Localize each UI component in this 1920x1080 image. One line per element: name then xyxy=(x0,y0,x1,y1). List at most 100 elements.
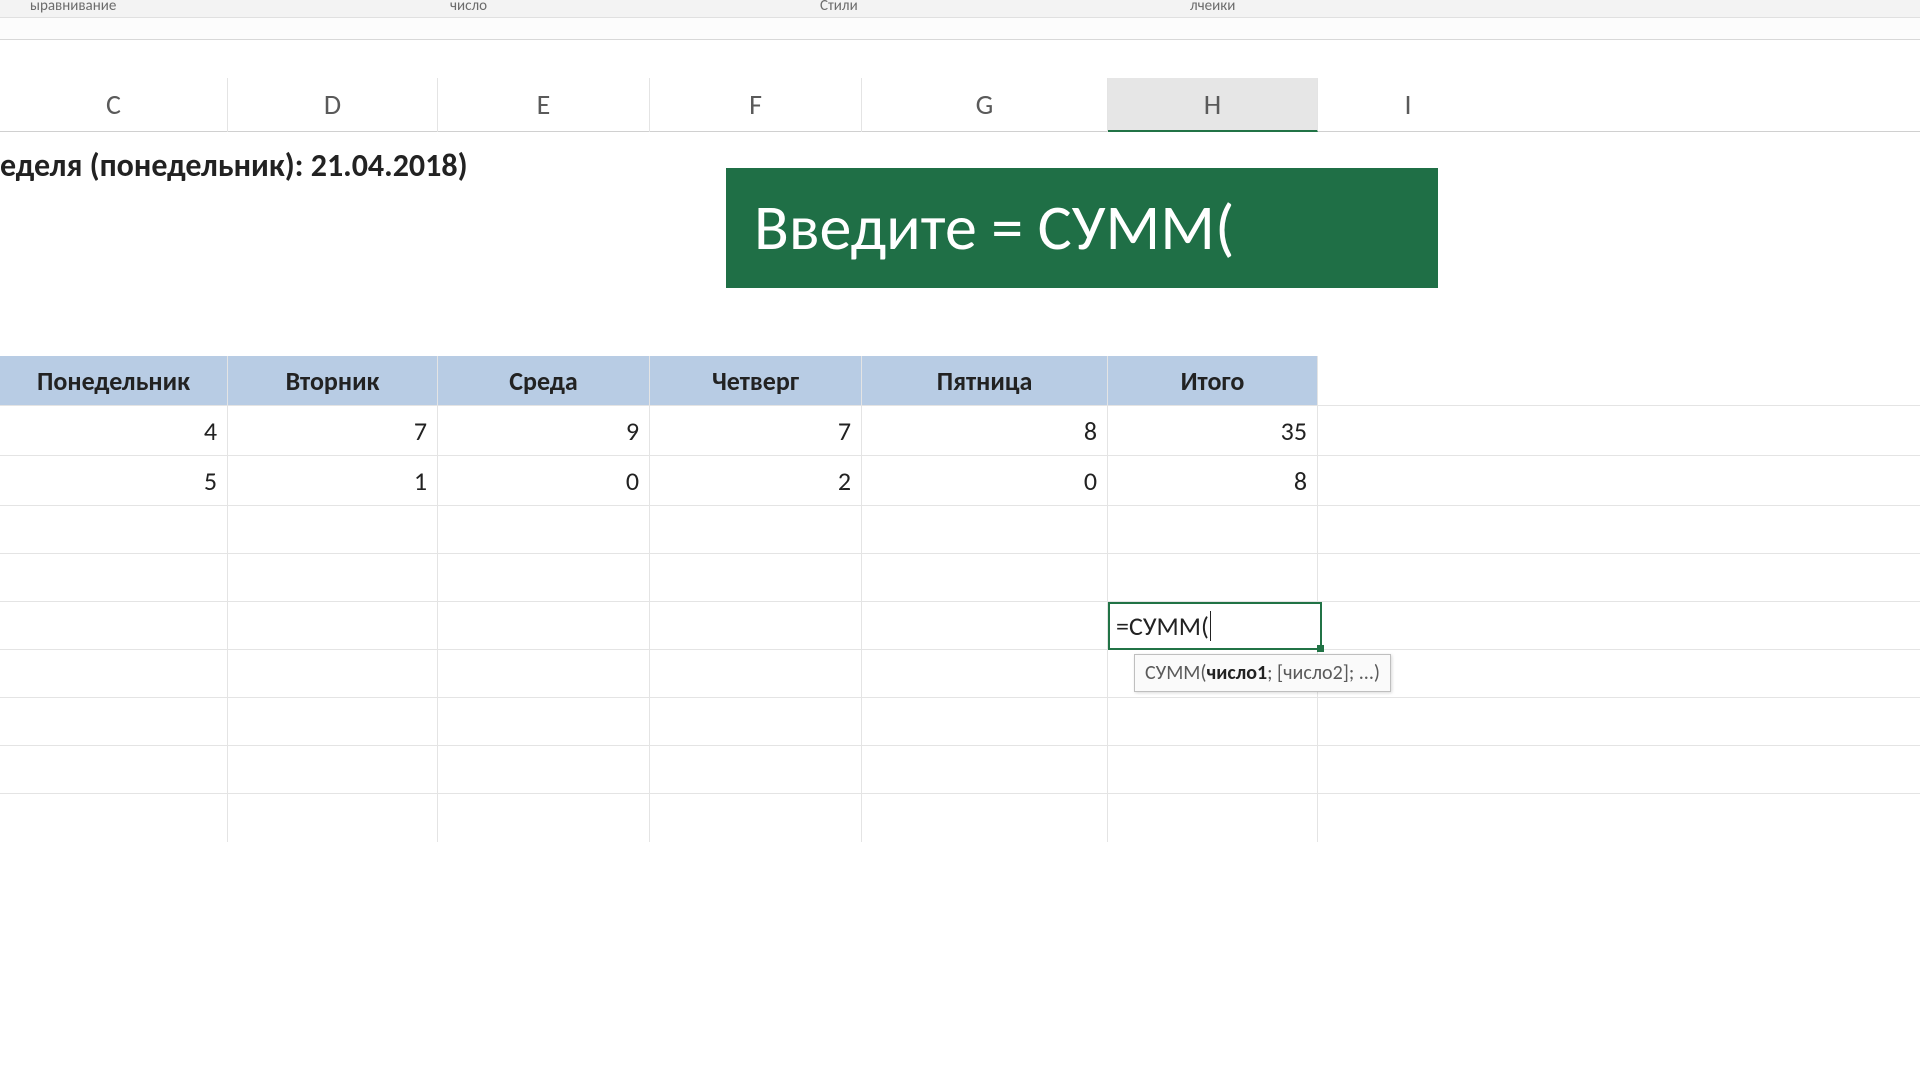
cell[interactable] xyxy=(0,554,228,601)
ribbon-group-cells: лчеики xyxy=(1190,0,1235,15)
instruction-text: Введите = СУММ( xyxy=(754,189,1234,267)
cell[interactable] xyxy=(228,650,438,697)
column-header-i[interactable]: I xyxy=(1318,78,1498,132)
table-row xyxy=(0,746,1920,794)
table-row xyxy=(0,650,1920,698)
spreadsheet-area: C D E F G H I еделя (понедельник): 21.04… xyxy=(0,78,1920,1080)
cell-total[interactable]: 35 xyxy=(1108,406,1318,455)
table-row: 4 7 9 7 8 35 xyxy=(0,406,1920,456)
function-tooltip[interactable]: СУММ(число1; [число2]; ...) xyxy=(1134,654,1391,692)
header-wednesday[interactable]: Среда xyxy=(438,356,650,405)
header-total[interactable]: Итого xyxy=(1108,356,1318,405)
cell[interactable] xyxy=(862,554,1108,601)
ribbon-group-alignment: ыравнивание xyxy=(30,0,116,15)
ribbon-group-number: число xyxy=(450,0,487,15)
cell[interactable] xyxy=(650,746,862,793)
cell[interactable] xyxy=(650,794,862,842)
header-friday[interactable]: Пятница xyxy=(862,356,1108,405)
cell[interactable]: 8 xyxy=(862,406,1108,455)
header-monday[interactable]: Понедельник xyxy=(0,356,228,405)
cell[interactable] xyxy=(862,602,1108,649)
cell[interactable]: 1 xyxy=(228,456,438,505)
column-header-g[interactable]: G xyxy=(862,78,1108,132)
formula-text: =СУММ( xyxy=(1116,610,1209,642)
cell[interactable] xyxy=(862,506,1108,553)
column-header-d[interactable]: D xyxy=(228,78,438,132)
cell[interactable] xyxy=(1318,406,1498,455)
cell[interactable]: 9 xyxy=(438,406,650,455)
tooltip-rest: ; [число2]; ...) xyxy=(1267,661,1380,685)
header-tuesday[interactable]: Вторник xyxy=(228,356,438,405)
cell[interactable] xyxy=(1318,554,1498,601)
cell[interactable] xyxy=(0,650,228,697)
tooltip-prefix: СУММ( xyxy=(1145,661,1206,685)
cell[interactable] xyxy=(228,746,438,793)
cell[interactable]: 0 xyxy=(438,456,650,505)
cell[interactable] xyxy=(438,650,650,697)
cell[interactable] xyxy=(1318,746,1498,793)
cell[interactable] xyxy=(438,506,650,553)
column-header-e[interactable]: E xyxy=(438,78,650,132)
cell[interactable] xyxy=(862,794,1108,842)
cell[interactable] xyxy=(650,602,862,649)
table-row xyxy=(0,554,1920,602)
text-cursor xyxy=(1210,611,1211,641)
cell[interactable] xyxy=(0,698,228,745)
fill-handle[interactable] xyxy=(1317,645,1324,652)
cell[interactable] xyxy=(228,506,438,553)
cell[interactable] xyxy=(0,506,228,553)
cell[interactable] xyxy=(650,698,862,745)
cell[interactable] xyxy=(438,602,650,649)
cell[interactable] xyxy=(0,794,228,842)
column-header-f[interactable]: F xyxy=(650,78,862,132)
cell[interactable] xyxy=(1318,506,1498,553)
cell[interactable] xyxy=(650,650,862,697)
cell[interactable] xyxy=(1318,456,1498,505)
ribbon-strip xyxy=(0,18,1920,40)
table-row: 5 1 0 2 0 8 xyxy=(0,456,1920,506)
cell[interactable] xyxy=(228,554,438,601)
cell[interactable]: 5 xyxy=(0,456,228,505)
cell[interactable] xyxy=(228,794,438,842)
cell[interactable]: 4 xyxy=(0,406,228,455)
ribbon-group-labels: ыравнивание число Стили лчеики xyxy=(0,0,1920,18)
cell[interactable]: 0 xyxy=(862,456,1108,505)
cell[interactable] xyxy=(1108,794,1318,842)
cell[interactable] xyxy=(0,602,228,649)
title-text: еделя (понедельник): 21.04.2018) xyxy=(0,132,468,198)
cell-total[interactable]: 8 xyxy=(1108,456,1318,505)
header-thursday[interactable]: Четверг xyxy=(650,356,862,405)
cell[interactable] xyxy=(1318,794,1498,842)
table-row xyxy=(0,506,1920,554)
cell[interactable]: 2 xyxy=(650,456,862,505)
cell[interactable] xyxy=(1318,698,1498,745)
table-row xyxy=(0,794,1920,842)
cell[interactable]: 7 xyxy=(228,406,438,455)
column-headers: C D E F G H I xyxy=(0,78,1920,132)
cell[interactable] xyxy=(0,746,228,793)
cell[interactable] xyxy=(438,794,650,842)
cell[interactable] xyxy=(228,698,438,745)
cell[interactable] xyxy=(1108,506,1318,553)
cell[interactable] xyxy=(862,746,1108,793)
column-header-c[interactable]: C xyxy=(0,78,228,132)
cell[interactable]: 7 xyxy=(650,406,862,455)
cell[interactable] xyxy=(1108,554,1318,601)
cell[interactable] xyxy=(862,698,1108,745)
active-editing-cell[interactable]: =СУММ( xyxy=(1108,602,1322,650)
ribbon-group-styles: Стили xyxy=(820,0,858,15)
cell[interactable] xyxy=(438,554,650,601)
column-header-h[interactable]: H xyxy=(1108,78,1318,132)
cell[interactable] xyxy=(1108,746,1318,793)
table-header-row: Понедельник Вторник Среда Четверг Пятниц… xyxy=(0,356,1920,406)
cell[interactable] xyxy=(228,602,438,649)
cell[interactable] xyxy=(1108,698,1318,745)
cell[interactable] xyxy=(438,698,650,745)
cell[interactable] xyxy=(650,554,862,601)
cell[interactable] xyxy=(862,650,1108,697)
cell[interactable] xyxy=(438,746,650,793)
tooltip-arg1: число1 xyxy=(1206,661,1267,685)
instruction-overlay: Введите = СУММ( xyxy=(726,168,1438,288)
cell[interactable] xyxy=(650,506,862,553)
cell[interactable] xyxy=(1318,602,1498,649)
